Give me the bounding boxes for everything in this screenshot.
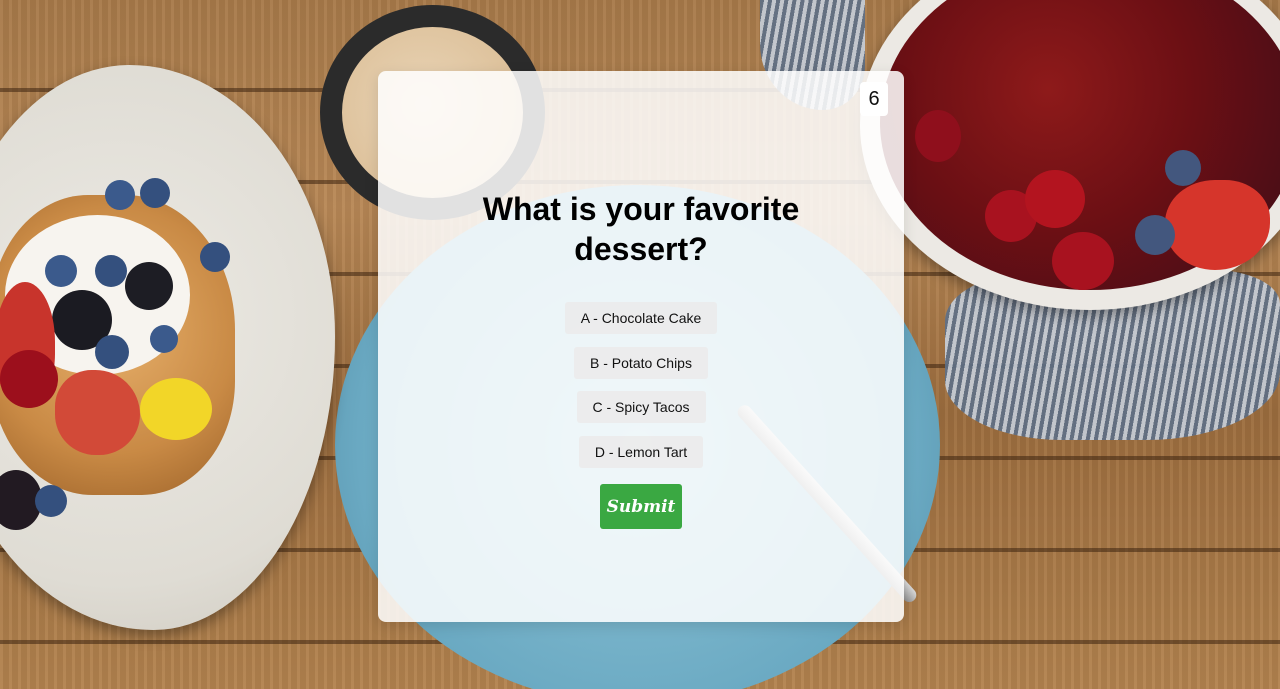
blueberry-image (95, 255, 127, 287)
option-a-button[interactable]: A - Chocolate Cake (564, 302, 718, 334)
strawberry-image (55, 370, 140, 455)
option-b-button[interactable]: B - Potato Chips (574, 346, 708, 379)
flower-image (140, 378, 212, 440)
blueberry-image (200, 242, 230, 272)
strawberry-image (1165, 180, 1270, 270)
answer-options: A - Chocolate Cake B - Potato Chips C - … (378, 302, 904, 481)
blackberry-image (125, 262, 173, 310)
submit-button[interactable]: Submit (600, 484, 682, 529)
cherry-image (0, 350, 58, 408)
blueberry-image (1135, 215, 1175, 255)
blueberry-image (140, 178, 170, 208)
cherry-image (1052, 232, 1114, 290)
option-c-button[interactable]: C - Spicy Tacos (576, 391, 706, 424)
question-counter: 6 (860, 82, 888, 116)
question-title: What is your favorite dessert? (482, 191, 800, 267)
blueberry-image (1165, 150, 1201, 186)
blueberry-image (45, 255, 77, 287)
blueberry-image (95, 335, 129, 369)
blueberry-image (105, 180, 135, 210)
quiz-card: 6 What is your favorite dessert? A - Cho… (378, 71, 904, 622)
blueberry-image (150, 325, 178, 353)
background-photo: 6 What is your favorite dessert? A - Cho… (0, 0, 1280, 689)
option-d-button[interactable]: D - Lemon Tart (578, 436, 704, 469)
cherry-image (1025, 170, 1085, 228)
cherry-image (915, 110, 961, 162)
blueberry-image (35, 485, 67, 517)
